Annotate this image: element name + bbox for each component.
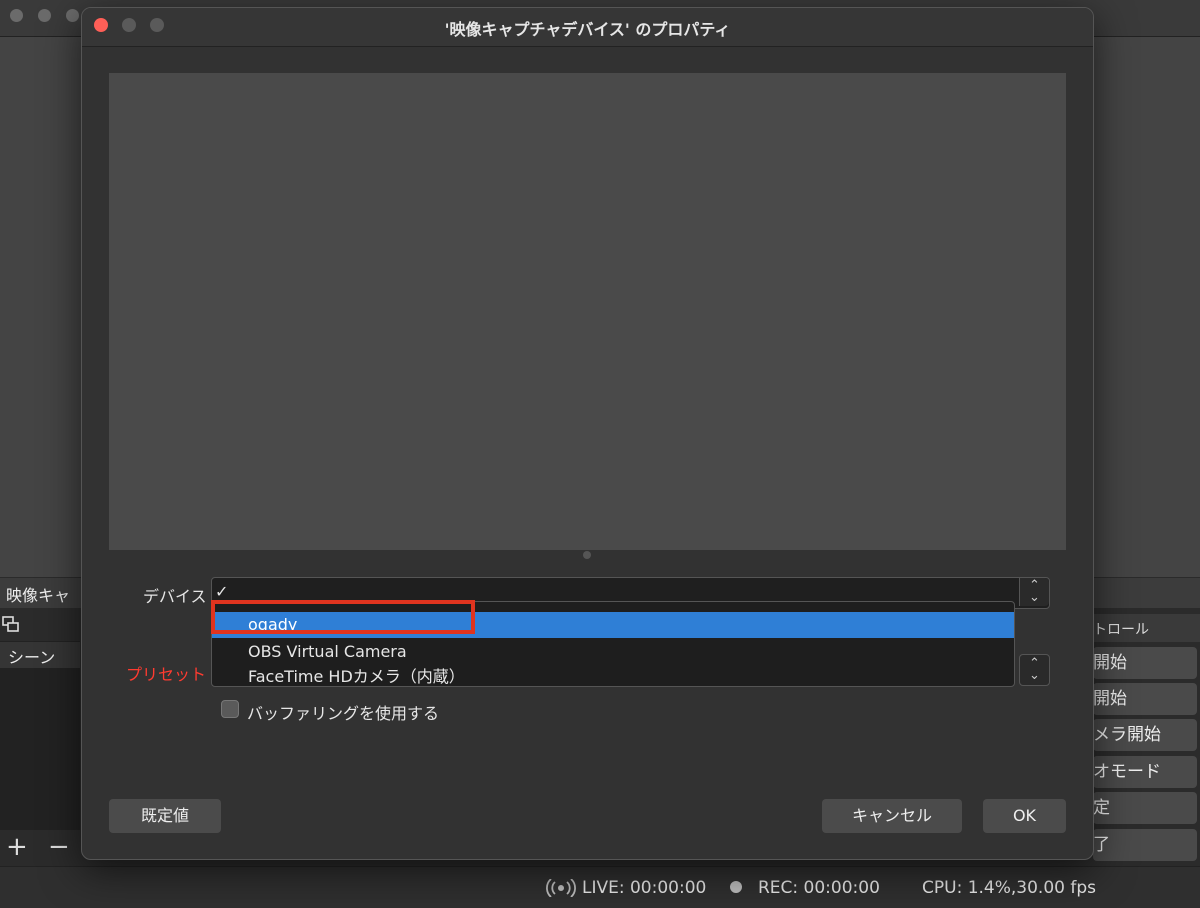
main-zoom-light[interactable]	[66, 9, 79, 22]
device-option-facetime-hd[interactable]: FaceTime HDカメラ（内蔵）	[212, 664, 1014, 686]
device-label: デバイス	[143, 587, 207, 606]
scenes-label: シーン	[8, 648, 56, 667]
broadcast-icon	[546, 879, 576, 897]
controls-label: トロール	[1093, 622, 1149, 638]
splitter-handle[interactable]	[583, 551, 591, 559]
source-preview	[109, 73, 1066, 550]
scene-layers-icon[interactable]	[2, 616, 20, 634]
record-dot-icon	[730, 881, 742, 893]
studio-mode-button[interactable]: オモード	[1093, 756, 1197, 788]
defaults-button[interactable]: 既定値	[109, 799, 221, 833]
cancel-button[interactable]: キャンセル	[822, 799, 962, 833]
scenes-list[interactable]	[0, 668, 80, 830]
up-down-chevron-icon: ⌃ ⌄	[1029, 578, 1040, 605]
buffering-checkbox[interactable]	[221, 700, 239, 718]
dialog-titlebar: '映像キャプチャデバイス' のプロパティ	[82, 8, 1093, 47]
device-select-stepper[interactable]: ⌃ ⌄	[1019, 578, 1049, 606]
start-virtual-camera-button[interactable]: メラ開始	[1093, 719, 1197, 751]
start-streaming-button[interactable]: 開始	[1093, 647, 1197, 679]
start-recording-button[interactable]: 開始	[1093, 683, 1197, 715]
up-down-chevron-icon: ⌃ ⌄	[1029, 656, 1040, 683]
preset-select-stepper[interactable]: ⌃ ⌄	[1019, 654, 1050, 686]
dialog-title: '映像キャプチャデバイス' のプロパティ	[444, 20, 731, 39]
checkmark-icon: ✓	[215, 582, 229, 601]
preset-label: プリセット	[126, 665, 207, 684]
annotation-highlight-box	[211, 600, 475, 634]
ok-button[interactable]: OK	[983, 799, 1066, 833]
exit-button[interactable]: 了	[1093, 829, 1197, 861]
live-timer: LIVE: 00:00:00	[582, 878, 707, 898]
cpu-stats: CPU: 1.4%,30.00 fps	[922, 878, 1096, 898]
remove-scene-button[interactable]: −	[48, 832, 70, 862]
buffering-label[interactable]: バッファリングを使用する	[247, 700, 439, 724]
main-close-light[interactable]	[10, 9, 23, 22]
properties-dialog: '映像キャプチャデバイス' のプロパティ デバイス ⌃ ⌄ プリセット ⌃ ⌄ ✓ …	[81, 7, 1094, 860]
dock-title: 映像キャ	[6, 586, 71, 605]
device-option-obs-virtual-camera[interactable]: OBS Virtual Camera	[212, 639, 1014, 665]
add-scene-button[interactable]: +	[6, 832, 28, 862]
main-minimize-light[interactable]	[38, 9, 51, 22]
settings-button[interactable]: 定	[1093, 792, 1197, 824]
rec-timer: REC: 00:00:00	[758, 878, 880, 898]
